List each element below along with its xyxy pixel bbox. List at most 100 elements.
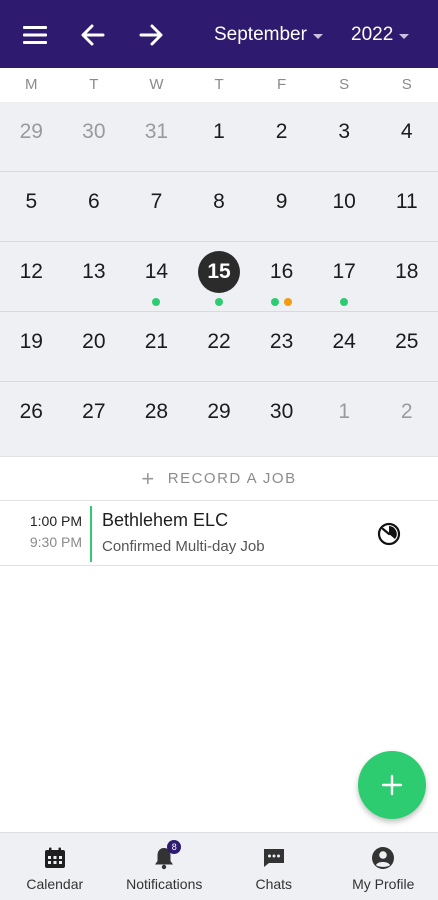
calendar-day[interactable]: 13 xyxy=(63,242,126,311)
record-job-button[interactable]: + RECORD A JOB xyxy=(0,456,438,501)
calendar-day[interactable]: 31 xyxy=(125,102,188,171)
calendar-day[interactable]: 10 xyxy=(313,172,376,241)
calendar-day[interactable]: 1 xyxy=(188,102,251,171)
calendar-day-selected[interactable]: 15 xyxy=(188,242,251,311)
calendar-week-row: 26 27 28 29 30 1 2 xyxy=(0,382,438,452)
nav-profile[interactable]: My Profile xyxy=(329,833,438,900)
weekday-label: M xyxy=(25,76,38,93)
nav-calendar[interactable]: Calendar xyxy=(0,833,110,900)
day-number: 20 xyxy=(82,330,106,353)
day-number: 1 xyxy=(338,400,351,423)
calendar-day[interactable]: 17 xyxy=(313,242,376,311)
calendar-day[interactable]: 5 xyxy=(0,172,63,241)
nav-chats-label: Chats xyxy=(255,876,293,892)
weekday-label: S xyxy=(339,76,350,93)
calendar-day[interactable]: 24 xyxy=(313,312,376,381)
plus-icon: + xyxy=(141,465,156,491)
caret-down-icon xyxy=(312,33,323,39)
year-selector[interactable]: 2022 xyxy=(351,22,410,48)
calendar-day[interactable]: 29 xyxy=(188,382,251,452)
calendar-week-row: 12 13 14 15 16 17 18 xyxy=(0,242,438,312)
record-job-label: RECORD A JOB xyxy=(167,470,297,487)
event-indicators xyxy=(125,298,188,306)
calendar-day[interactable]: 2 xyxy=(375,382,438,452)
job-subtitle: Confirmed Multi-day Job xyxy=(102,538,265,555)
calendar-day[interactable]: 6 xyxy=(63,172,126,241)
calendar-day[interactable]: 12 xyxy=(0,242,63,311)
day-number: 18 xyxy=(395,260,419,283)
calendar-day[interactable]: 9 xyxy=(250,172,313,241)
calendar-week-row: 5 6 7 8 9 10 11 xyxy=(0,172,438,242)
nav-chats[interactable]: Chats xyxy=(219,833,329,900)
day-number: 4 xyxy=(400,120,413,143)
day-number: 28 xyxy=(144,400,169,423)
calendar-day[interactable]: 25 xyxy=(375,312,438,381)
calendar-day[interactable]: 27 xyxy=(63,382,126,452)
calendar-day[interactable]: 19 xyxy=(0,312,63,381)
day-number: 11 xyxy=(395,190,418,213)
timer-icon[interactable] xyxy=(377,522,401,551)
calendar-day[interactable]: 23 xyxy=(250,312,313,381)
calendar-grid: 29 30 31 1 2 3 4 5 6 7 8 9 10 11 12 13 14 15 16 17 18 19 20 21 2… xyxy=(0,102,438,456)
day-number: 16 xyxy=(269,260,294,283)
calendar-day[interactable]: 7 xyxy=(125,172,188,241)
calendar-day[interactable]: 14 xyxy=(125,242,188,311)
day-number: 7 xyxy=(150,190,163,213)
day-number: 6 xyxy=(88,190,100,213)
event-indicators xyxy=(188,298,251,306)
calendar-day[interactable]: 3 xyxy=(313,102,376,171)
calendar-day[interactable]: 4 xyxy=(375,102,438,171)
job-title: Bethlehem ELC xyxy=(102,510,229,530)
event-dot xyxy=(284,298,293,306)
calendar-day[interactable]: 18 xyxy=(375,242,438,311)
calendar-day[interactable]: 26 xyxy=(0,382,63,452)
day-number: 10 xyxy=(332,190,356,213)
event-dot xyxy=(271,298,280,306)
calendar-day[interactable]: 29 xyxy=(0,102,63,171)
day-number: 1 xyxy=(213,120,225,143)
job-status-bar xyxy=(90,506,92,562)
calendar-day[interactable]: 16 xyxy=(250,242,313,311)
month-selector[interactable]: September xyxy=(214,22,323,48)
job-end-time: 9:30 PM xyxy=(29,534,82,550)
arrow-left-icon[interactable] xyxy=(76,18,110,52)
bell-icon: 8 xyxy=(153,840,182,870)
weekday-label: W xyxy=(149,76,164,93)
calendar-day[interactable]: 8 xyxy=(188,172,251,241)
job-times: 1:00 PM 9:30 PM xyxy=(10,513,82,550)
calendar-day[interactable]: 30 xyxy=(250,382,313,452)
day-number: 9 xyxy=(275,190,288,213)
day-number: 24 xyxy=(332,330,356,353)
weekday-label: S xyxy=(401,76,412,93)
weekday-header: M T W T F S S xyxy=(0,68,438,102)
nav-notifications[interactable]: 8 Notifications xyxy=(110,833,220,900)
day-number: 13 xyxy=(82,260,106,283)
chat-icon xyxy=(262,846,286,870)
calendar-day[interactable]: 30 xyxy=(63,102,126,171)
weekday-label: T xyxy=(89,76,99,93)
arrow-right-icon[interactable] xyxy=(134,18,168,52)
day-number: 27 xyxy=(82,400,106,423)
day-number: 19 xyxy=(19,330,43,353)
calendar-day[interactable]: 20 xyxy=(63,312,126,381)
calendar-day[interactable]: 2 xyxy=(250,102,313,171)
weekday-label: T xyxy=(214,76,224,93)
bottom-navigation: Calendar 8 Notifications Chats My Profil… xyxy=(0,832,438,900)
day-number: 30 xyxy=(269,400,294,423)
calendar-day[interactable]: 1 xyxy=(313,382,376,452)
job-list-item[interactable]: 1:00 PM 9:30 PM Bethlehem ELC Confirmed … xyxy=(0,501,438,566)
day-number: 31 xyxy=(144,120,169,143)
plus-icon xyxy=(381,774,403,796)
day-number: 15 xyxy=(198,251,241,293)
calendar-day[interactable]: 22 xyxy=(188,312,251,381)
calendar-day[interactable]: 28 xyxy=(125,382,188,452)
day-number: 21 xyxy=(144,330,169,353)
day-number: 2 xyxy=(275,120,288,143)
day-number: 3 xyxy=(338,120,351,143)
weekday-label: F xyxy=(277,76,287,93)
add-fab-button[interactable] xyxy=(358,751,426,819)
menu-icon[interactable] xyxy=(18,18,52,52)
day-number: 25 xyxy=(395,330,419,353)
calendar-day[interactable]: 21 xyxy=(125,312,188,381)
calendar-day[interactable]: 11 xyxy=(375,172,438,241)
